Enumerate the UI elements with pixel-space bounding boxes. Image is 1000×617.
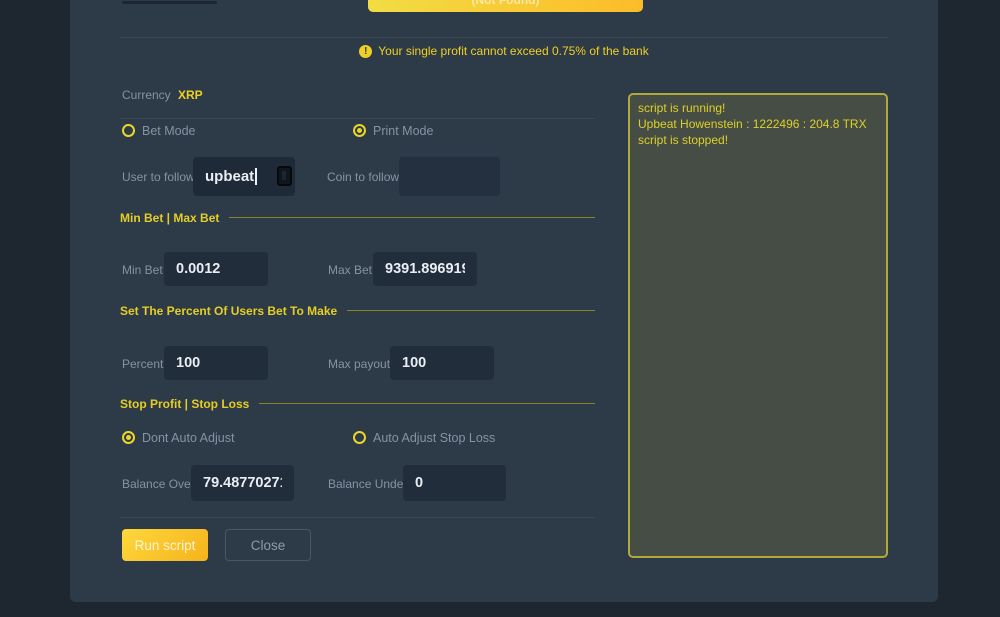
script-log[interactable]: script is running! Upbeat Howenstein : 1…: [628, 93, 888, 558]
divider: [120, 517, 595, 518]
section-percent: Set The Percent Of Users Bet To Make: [120, 304, 595, 317]
text-caret: [255, 168, 257, 185]
radio-dont-auto-adjust[interactable]: [122, 431, 135, 444]
max-bet-input[interactable]: [373, 252, 477, 286]
top-input-partial[interactable]: [122, 1, 217, 4]
run-script-button[interactable]: Run script: [122, 529, 208, 561]
log-line: script is stopped!: [638, 132, 878, 148]
balance-over-label: Balance Over: [122, 477, 195, 491]
radio-bet-mode[interactable]: [122, 124, 135, 137]
balance-over-input[interactable]: [191, 465, 294, 501]
currency-label: Currency: [122, 88, 171, 102]
log-line: script is running!: [638, 100, 878, 116]
currency-value[interactable]: XRP: [178, 88, 203, 102]
section-line: [229, 217, 595, 218]
max-payout-input[interactable]: [390, 346, 494, 380]
section-line: [347, 310, 595, 311]
info-icon: !: [359, 45, 372, 58]
max-payout-label: Max payout: [328, 357, 390, 371]
min-bet-label: Min Bet: [122, 263, 163, 277]
warning-text: Your single profit cannot exceed 0.75% o…: [378, 44, 648, 58]
balance-under-label: Balance Under: [328, 477, 407, 491]
divider: [120, 118, 595, 119]
radio-auto-adjust-stop-loss[interactable]: [353, 431, 366, 444]
section-stoploss: Stop Profit | Stop Loss: [120, 397, 595, 410]
radio-auto-adjust-stop-loss-label[interactable]: Auto Adjust Stop Loss: [373, 431, 495, 445]
section-minmax-title: Min Bet | Max Bet: [120, 211, 219, 225]
section-line: [259, 403, 595, 404]
radio-bet-mode-label[interactable]: Bet Mode: [142, 124, 196, 138]
section-minmax: Min Bet | Max Bet: [120, 211, 595, 224]
max-bet-label: Max Bet: [328, 263, 372, 277]
warning-banner: ! Your single profit cannot exceed 0.75%…: [70, 44, 938, 58]
radio-dont-auto-adjust-label[interactable]: Dont Auto Adjust: [142, 431, 234, 445]
script-dialog: (Not Found) ! Your single profit cannot …: [70, 0, 938, 602]
log-line: Upbeat Howenstein : 1222496 : 204.8 TRX: [638, 116, 878, 132]
coin-to-follow-label: Coin to follow: [327, 170, 399, 184]
close-button[interactable]: Close: [225, 529, 311, 561]
section-stoploss-title: Stop Profit | Stop Loss: [120, 397, 249, 411]
keyboard-cursor-icon[interactable]: [277, 166, 292, 186]
user-to-follow-label: User to follow: [122, 170, 195, 184]
coin-to-follow-input[interactable]: [399, 157, 500, 196]
main-action-button[interactable]: (Not Found): [368, 0, 643, 12]
percent-label: Percent: [122, 357, 163, 371]
radio-print-mode[interactable]: [353, 124, 366, 137]
balance-under-input[interactable]: [403, 465, 506, 501]
section-percent-title: Set The Percent Of Users Bet To Make: [120, 304, 337, 318]
percent-input[interactable]: [164, 346, 268, 380]
divider: [120, 37, 888, 38]
min-bet-input[interactable]: [164, 252, 268, 286]
radio-print-mode-label[interactable]: Print Mode: [373, 124, 433, 138]
